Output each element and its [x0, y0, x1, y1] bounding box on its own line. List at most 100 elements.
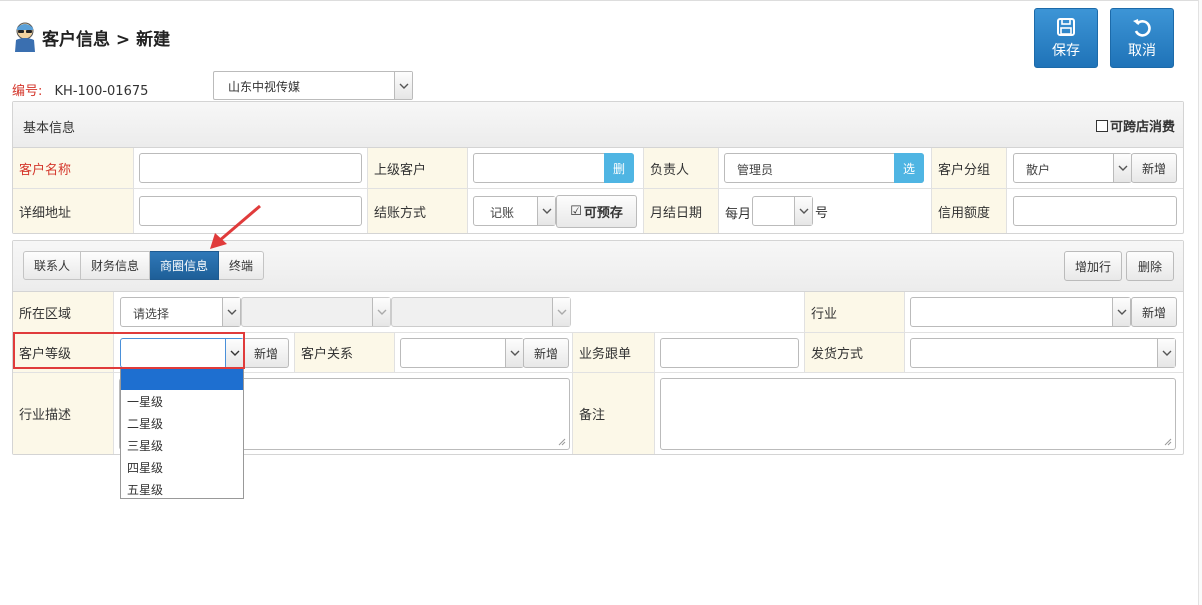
chevron-down-icon — [372, 298, 390, 326]
prepay-checkbox[interactable]: ☑ 可预存 — [556, 195, 637, 228]
top-border — [0, 0, 1202, 4]
detail-tabs: 联系人 财务信息 商圈信息 终端 — [23, 251, 265, 280]
undo-icon — [1133, 19, 1151, 37]
resize-handle-icon[interactable] — [1164, 438, 1172, 446]
delete-button[interactable]: 删除 — [1126, 251, 1174, 281]
level-select[interactable] — [120, 338, 244, 368]
company-select[interactable]: 山东中视传媒 — [213, 71, 413, 100]
shipping-select[interactable] — [910, 338, 1176, 368]
monthly-suffix: 号 — [815, 206, 829, 221]
monthly-day-select[interactable] — [752, 196, 813, 226]
owner-label: 负责人 — [644, 148, 719, 189]
desc-label: 行业描述 — [13, 373, 114, 454]
remark-textarea[interactable] — [660, 378, 1176, 450]
credit-cell — [1007, 189, 1183, 233]
industry-select[interactable] — [910, 297, 1131, 327]
level-option-3[interactable]: 三星级 — [121, 434, 243, 456]
tab-terminal[interactable]: 终端 — [219, 251, 265, 280]
group-label: 客户分组 — [932, 148, 1007, 189]
page: 客户信息 > 新建 保存 取消 编号: KH-100-01675 山东中视传媒 … — [0, 0, 1202, 605]
company-value: 山东中视传媒 — [228, 80, 301, 94]
chevron-down-icon — [537, 197, 555, 225]
settle-label: 结账方式 — [368, 189, 468, 233]
monthly-prefix: 每月 — [725, 207, 752, 222]
level-add-button[interactable]: 新增 — [243, 338, 289, 368]
prepay-label: 可预存 — [583, 206, 623, 221]
chevron-down-icon — [1112, 298, 1130, 326]
owner-value: 管理员 — [737, 163, 774, 177]
basic-info-panel: 基本信息 可跨店消费 客户名称 上级客户 删 负责人 管理员 选 客户分组 散户 — [12, 101, 1184, 234]
remark-label: 备注 — [573, 373, 655, 454]
credit-label: 信用额度 — [932, 189, 1007, 233]
settle-select[interactable]: 记账 — [473, 196, 556, 226]
cross-store-label: 可跨店消费 — [1109, 120, 1175, 135]
chevron-down-icon — [505, 339, 523, 367]
level-option-empty[interactable] — [121, 369, 243, 390]
section-title: 基本信息 — [23, 121, 76, 136]
tab-contact[interactable]: 联系人 — [23, 251, 82, 280]
tab-finance[interactable]: 财务信息 — [81, 251, 151, 280]
shipping-label: 发货方式 — [805, 333, 905, 373]
group-select[interactable]: 散户 — [1013, 153, 1132, 183]
select-owner-button[interactable]: 选 — [894, 153, 924, 183]
group-cell: 散户 新增 — [1007, 148, 1183, 189]
level-option-4[interactable]: 四星级 — [121, 456, 243, 478]
chevron-down-icon — [552, 298, 570, 326]
parent-customer-label: 上级客户 — [368, 148, 468, 189]
cross-store-checkbox[interactable]: 可跨店消费 — [1095, 116, 1175, 135]
level-dropdown-list: 一星级 二星级 三星级 四星级 五星级 — [120, 368, 244, 499]
relation-label: 客户关系 — [295, 333, 395, 373]
industry-add-button[interactable]: 新增 — [1131, 297, 1177, 327]
monthly-cell: 每月 号 — [719, 189, 932, 233]
group-value: 散户 — [1026, 163, 1051, 177]
add-row-button[interactable]: 增加行 — [1064, 251, 1122, 281]
industry-cell: 新增 — [905, 292, 1183, 333]
level-option-2[interactable]: 二星级 — [121, 412, 243, 434]
page-title: 客户信息 > 新建 — [42, 29, 171, 50]
settle-cell: 记账 ☑ 可预存 — [468, 189, 644, 233]
page-header: 客户信息 > 新建 — [12, 22, 170, 52]
chevron-down-icon — [794, 197, 812, 225]
basic-info-header: 基本信息 可跨店消费 — [13, 102, 1183, 148]
level-cell: 新增 — [114, 333, 295, 373]
customer-name-input[interactable] — [139, 153, 362, 183]
chevron-down-icon — [1113, 154, 1131, 182]
industry-label: 行业 — [805, 292, 905, 333]
region-cell: 请选择 — [114, 292, 805, 333]
relation-select[interactable] — [400, 338, 524, 368]
customer-name-label: 客户名称 — [13, 148, 134, 189]
credit-input[interactable] — [1013, 196, 1177, 226]
region-district-select[interactable] — [391, 297, 571, 327]
save-icon — [1057, 18, 1075, 36]
level-option-5[interactable]: 五星级 — [121, 478, 243, 500]
owner-cell: 管理员 选 — [719, 148, 932, 189]
chevron-down-icon — [394, 72, 412, 99]
clear-parent-button[interactable]: 删 — [604, 153, 634, 183]
code-row: 编号: KH-100-01675 — [12, 80, 148, 99]
code-label: 编号: — [12, 84, 43, 99]
region-province-select[interactable]: 请选择 — [120, 297, 241, 327]
region-value: 请选择 — [133, 307, 170, 321]
relation-add-button[interactable]: 新增 — [523, 338, 569, 368]
group-add-button[interactable]: 新增 — [1131, 153, 1177, 183]
resize-handle-icon[interactable] — [558, 438, 566, 446]
region-city-select[interactable] — [241, 297, 391, 327]
detail-tabs-header: 联系人 财务信息 商圈信息 终端 增加行 删除 — [13, 241, 1183, 292]
follow-label: 业务跟单 — [573, 333, 655, 373]
save-button[interactable]: 保存 — [1034, 8, 1098, 68]
parent-customer-cell: 删 — [468, 148, 644, 189]
tab-business[interactable]: 商圈信息 — [150, 251, 220, 280]
cancel-label: 取消 — [1128, 43, 1156, 59]
scrollbar-edge[interactable] — [1198, 0, 1202, 605]
mascot-icon — [12, 22, 38, 52]
region-label: 所在区域 — [13, 292, 114, 333]
chevron-down-icon — [222, 298, 240, 326]
follow-input[interactable] — [660, 338, 799, 368]
chevron-down-icon — [1157, 339, 1175, 367]
chevron-down-icon — [225, 339, 243, 367]
level-option-1[interactable]: 一星级 — [121, 390, 243, 412]
shipping-cell — [905, 333, 1183, 373]
cancel-button[interactable]: 取消 — [1110, 8, 1174, 68]
settle-value: 记账 — [490, 206, 515, 220]
remark-cell — [655, 373, 1183, 454]
